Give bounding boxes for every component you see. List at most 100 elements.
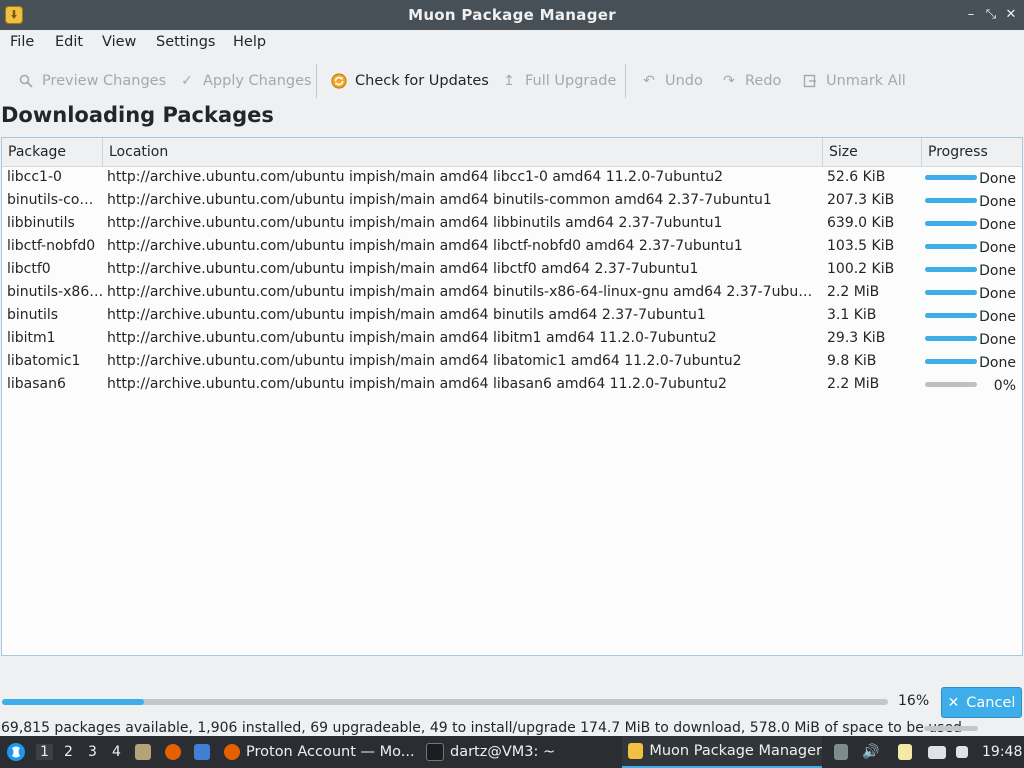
table-row[interactable]: binutils-com... http://archive.ubuntu.com… — [2, 189, 1022, 212]
progress-track — [925, 290, 977, 295]
title-bar: Muon Package Manager – ⤡ ✕ — [0, 0, 1024, 30]
workspace-2[interactable]: 2 — [64, 744, 73, 760]
progress-track — [925, 359, 977, 364]
package-progress: Done — [924, 350, 1020, 373]
table-row[interactable]: libctf-nobfd0 http://archive.ubuntu.com/u… — [2, 235, 1022, 258]
terminal-icon — [426, 743, 444, 761]
package-location: http://archive.ubuntu.com/ubuntu impish/… — [107, 330, 717, 346]
file-manager-icon[interactable] — [135, 736, 157, 768]
progress-track — [925, 382, 977, 387]
toolbar: Preview Changes ✓ Apply Changes Check fo… — [0, 58, 1024, 102]
progress-status: Done — [979, 309, 1016, 325]
overall-progress-track — [2, 699, 888, 705]
task-terminal[interactable]: dartz@VM3: ~ — [426, 736, 616, 768]
workspace-4[interactable]: 4 — [112, 744, 121, 760]
package-name: libctf-nobfd0 — [7, 238, 96, 254]
menu-edit[interactable]: Edit — [55, 34, 83, 50]
table-row[interactable]: libctf0 http://archive.ubuntu.com/ubuntu … — [2, 258, 1022, 281]
package-size: 100.2 KiB — [827, 261, 895, 277]
menu-help[interactable]: Help — [233, 34, 266, 50]
close-icon[interactable]: ✕ — [1002, 6, 1020, 24]
check-for-updates-label: Check for Updates — [355, 73, 489, 89]
cancel-button[interactable]: ✕ Cancel — [941, 687, 1022, 718]
unmark-icon — [802, 73, 818, 89]
menu-file[interactable]: File — [10, 34, 34, 50]
progress-track — [925, 267, 977, 272]
notes-icon[interactable] — [898, 736, 918, 768]
upgrade-arrow-icon: ↥ — [503, 73, 515, 89]
table-row[interactable]: libasan6 http://archive.ubuntu.com/ubuntu… — [2, 373, 1022, 396]
notifications-icon[interactable] — [956, 736, 974, 768]
workspace-1[interactable]: 1 — [36, 744, 53, 760]
desktop-icon[interactable] — [194, 736, 216, 768]
package-size: 9.8 KiB — [827, 353, 877, 369]
package-location: http://archive.ubuntu.com/ubuntu impish/… — [107, 169, 723, 185]
check-for-updates-button[interactable]: Check for Updates — [331, 70, 489, 92]
column-header-package[interactable]: Package — [2, 138, 103, 166]
progress-fill — [925, 313, 977, 318]
clipboard-icon[interactable] — [834, 736, 854, 768]
progress-status: Done — [979, 355, 1016, 371]
table-row[interactable]: libcc1-0 http://archive.ubuntu.com/ubuntu… — [2, 166, 1022, 189]
workspace-3[interactable]: 3 — [88, 744, 97, 760]
package-location: http://archive.ubuntu.com/ubuntu impish/… — [107, 353, 742, 369]
package-name: libitm1 — [7, 330, 56, 346]
menu-settings[interactable]: Settings — [156, 34, 215, 50]
app-menu-icon[interactable] — [6, 736, 26, 768]
progress-fill — [925, 175, 977, 180]
menu-bar: File Edit View Settings Help — [0, 30, 1024, 56]
clock[interactable]: 19:48 — [982, 736, 1022, 768]
volume-icon[interactable]: 🔊 — [862, 736, 879, 768]
download-progress-bar: 16% ✕ Cancel — [0, 687, 1024, 720]
column-header-location[interactable]: Location — [103, 138, 823, 166]
column-header-size[interactable]: Size — [823, 138, 922, 166]
task-muon[interactable]: Muon Package Manager — [622, 736, 822, 768]
package-location: http://archive.ubuntu.com/ubuntu impish/… — [107, 376, 727, 392]
package-progress: Done — [924, 235, 1020, 258]
taskbar: 1 2 3 4 Proton Account — Mo... dartz@VM3… — [0, 736, 1024, 768]
unmark-all-button[interactable]: Unmark All — [802, 70, 906, 92]
package-location: http://archive.ubuntu.com/ubuntu impish/… — [107, 284, 819, 300]
table-row[interactable]: libitm1 http://archive.ubuntu.com/ubuntu … — [2, 327, 1022, 350]
cancel-label: Cancel — [966, 694, 1016, 711]
toolbar-separator — [625, 64, 626, 98]
package-size: 29.3 KiB — [827, 330, 886, 346]
package-location: http://archive.ubuntu.com/ubuntu impish/… — [107, 215, 723, 231]
package-name: libatomic1 — [7, 353, 81, 369]
task-proton-account[interactable]: Proton Account — Mo... — [224, 736, 420, 768]
package-size: 2.2 MiB — [827, 376, 880, 392]
progress-fill — [925, 198, 977, 203]
apply-changes-button[interactable]: ✓ Apply Changes — [179, 70, 312, 92]
full-upgrade-label: Full Upgrade — [525, 73, 617, 89]
redo-button[interactable]: ↷ Redo — [721, 70, 781, 92]
undo-button[interactable]: ↶ Undo — [641, 70, 703, 92]
status-bar: 69,815 packages available, 1,906 install… — [0, 720, 1024, 736]
package-progress: Done — [924, 304, 1020, 327]
progress-status: Done — [979, 286, 1016, 302]
full-upgrade-button[interactable]: ↥ Full Upgrade — [501, 70, 616, 92]
refresh-icon — [331, 73, 347, 89]
column-header-progress[interactable]: Progress — [922, 138, 1022, 166]
unmark-all-label: Unmark All — [826, 73, 906, 89]
maximize-icon[interactable]: ⤡ — [982, 6, 1000, 24]
package-progress: Done — [924, 166, 1020, 189]
overall-progress-fill — [2, 699, 144, 705]
preview-changes-button[interactable]: Preview Changes — [18, 70, 166, 92]
firefox-icon[interactable] — [165, 736, 187, 768]
table-row[interactable]: binutils-x86-... http://archive.ubuntu.co… — [2, 281, 1022, 304]
package-progress: Done — [924, 189, 1020, 212]
progress-fill — [925, 267, 977, 272]
network-icon[interactable] — [928, 736, 952, 768]
table-row[interactable]: libatomic1 http://archive.ubuntu.com/ubun… — [2, 350, 1022, 373]
table-row[interactable]: libbinutils http://archive.ubuntu.com/ubu… — [2, 212, 1022, 235]
table-row[interactable]: binutils http://archive.ubuntu.com/ubuntu… — [2, 304, 1022, 327]
progress-track — [925, 313, 977, 318]
package-name: libbinutils — [7, 215, 75, 231]
preview-changes-label: Preview Changes — [42, 73, 167, 89]
minimize-icon[interactable]: – — [962, 6, 980, 24]
package-name: libcc1-0 — [7, 169, 62, 185]
menu-view[interactable]: View — [102, 34, 136, 50]
package-size: 52.6 KiB — [827, 169, 886, 185]
progress-track — [925, 221, 977, 226]
overall-progress-percent: 16% — [898, 693, 930, 709]
